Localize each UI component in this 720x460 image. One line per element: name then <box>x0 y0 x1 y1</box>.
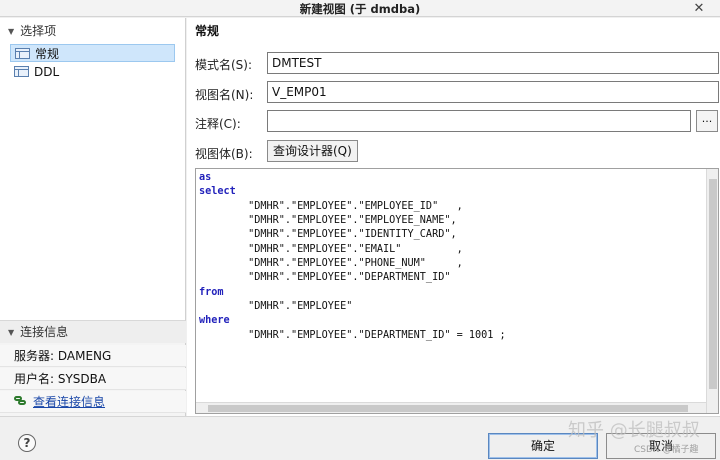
view-name-label: 视图名(N): <box>195 88 254 102</box>
sql-line: where <box>199 315 230 326</box>
sql-keyword: as <box>199 172 212 183</box>
connection-section-header[interactable]: ▼ 连接信息 <box>0 321 186 343</box>
horizontal-scrollbar[interactable] <box>196 402 706 413</box>
link-icon <box>14 395 28 407</box>
sql-keyword: where <box>199 315 230 327</box>
sidebar-item-general[interactable]: 常规 <box>10 44 175 62</box>
table-icon <box>15 48 30 59</box>
sidebar: ▼ 选择项 常规 DDL <box>0 18 186 320</box>
vertical-scrollbar[interactable] <box>706 169 718 413</box>
connection-panel: ▼ 连接信息 服务器: DAMENG 用户名: SYSDBA 查看连接信息 <box>0 320 186 416</box>
sql-line: "DMHR"."EMPLOYEE"."PHONE_NUM" , <box>199 258 463 270</box>
general-pane: 常规 模式名(S): DMTEST 视图名(N): V_EMP01 注释(C):… <box>187 18 720 416</box>
ok-button[interactable]: 确定 <box>488 433 598 459</box>
schema-label: 模式名(S): <box>195 58 253 72</box>
sql-line: "DMHR"."EMPLOYEE" <box>199 301 353 313</box>
pane-title: 常规 <box>195 24 220 38</box>
sql-editor[interactable]: as select "DMHR"."EMPLOYEE"."EMPLOYEE_ID… <box>195 168 719 414</box>
view-connection-link[interactable]: 查看连接信息 <box>33 395 105 409</box>
sidebar-item-ddl[interactable]: DDL <box>10 63 175 81</box>
table-icon <box>14 66 29 77</box>
sql-line: "DMHR"."EMPLOYEE"."DEPARTMENT_ID" <box>199 272 451 284</box>
sidebar-section-label: 选择项 <box>20 24 57 38</box>
window-title: 新建视图 (于 dmdba) <box>299 2 421 16</box>
view-name-input[interactable]: V_EMP01 <box>267 81 719 103</box>
connection-section-label: 连接信息 <box>20 325 69 339</box>
scrollbar-thumb[interactable] <box>208 405 688 412</box>
schema-input[interactable]: DMTEST <box>267 52 719 74</box>
sql-line: "DMHR"."EMPLOYEE"."IDENTITY_CARD", <box>199 229 457 241</box>
sql-line: select <box>199 186 236 197</box>
view-body-label: 视图体(B): <box>195 147 253 161</box>
title-bar: 新建视图 (于 dmdba) ✕ <box>0 0 720 17</box>
sql-keyword: select <box>199 186 236 198</box>
sql-line: as <box>199 172 211 183</box>
sql-line: "DMHR"."EMPLOYEE"."EMPLOYEE_ID" , <box>199 200 463 212</box>
cancel-button[interactable]: 取消 <box>606 433 716 459</box>
collapse-triangle-icon: ▼ <box>8 328 15 337</box>
scrollbar-thumb[interactable] <box>709 179 717 389</box>
help-icon[interactable]: ? <box>18 434 36 452</box>
sql-code: as select "DMHR"."EMPLOYEE"."EMPLOYEE_ID… <box>199 171 506 343</box>
comment-browse-button[interactable]: ... <box>696 110 718 132</box>
comment-input[interactable] <box>267 110 691 132</box>
comment-label: 注释(C): <box>195 117 241 131</box>
sql-line: from <box>199 287 224 298</box>
sql-line: "DMHR"."EMPLOYEE"."EMPLOYEE_NAME", <box>199 215 457 227</box>
view-connection-link-row[interactable]: 查看连接信息 <box>0 391 186 413</box>
sql-line: "DMHR"."EMPLOYEE"."DEPARTMENT_ID" = 1001… <box>199 329 506 341</box>
dialog-footer: ? 确定 取消 <box>0 416 720 460</box>
sidebar-item-label: 常规 <box>35 47 60 61</box>
collapse-triangle-icon: ▼ <box>8 27 15 36</box>
sql-keyword: from <box>199 286 224 298</box>
sidebar-section-header[interactable]: ▼ 选择项 <box>0 20 186 42</box>
user-info: 用户名: SYSDBA <box>0 368 186 390</box>
query-designer-button[interactable]: 查询设计器(Q) <box>267 140 358 162</box>
server-info: 服务器: DAMENG <box>0 345 186 367</box>
close-icon[interactable]: ✕ <box>678 0 720 17</box>
sql-line: "DMHR"."EMPLOYEE"."EMAIL" , <box>199 243 463 255</box>
sidebar-item-label: DDL <box>34 65 60 79</box>
